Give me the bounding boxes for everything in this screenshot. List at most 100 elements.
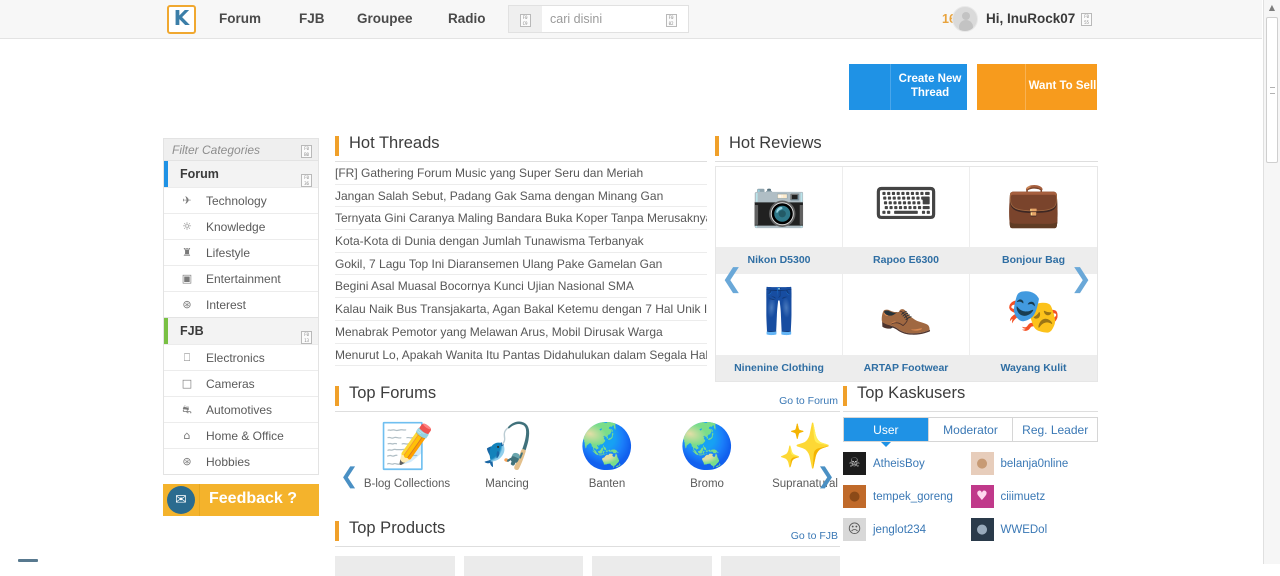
review-label: Rapoo E6300 bbox=[843, 247, 969, 273]
list-item[interactable]: Jangan Salah Sebut, Padang Gak Sama deng… bbox=[335, 185, 707, 208]
sidebar-item-interest[interactable]: ⊛ Interest bbox=[164, 291, 318, 317]
avatar: ● bbox=[843, 485, 866, 508]
sidebar-item-label: Interest bbox=[206, 298, 246, 312]
nav-link-groupee[interactable]: Groupee bbox=[357, 11, 413, 26]
page-bottom-marker bbox=[18, 559, 38, 562]
sidebar-group-label: Forum bbox=[180, 167, 219, 181]
product-placeholder[interactable] bbox=[592, 556, 712, 576]
forum-label: Banten bbox=[557, 478, 657, 490]
page-scrollbar[interactable]: ▲ bbox=[1263, 0, 1280, 564]
username: belanja0nline bbox=[1001, 458, 1069, 470]
page-title: Hot Threads bbox=[349, 134, 440, 153]
group-accent-bar bbox=[164, 318, 168, 344]
feedback-button[interactable]: ✉ Feedback ? bbox=[163, 484, 319, 516]
panel-accent-bar bbox=[335, 521, 339, 541]
hot-reviews-grid: 📷 Nikon D5300 ⌨ Rapoo E6300 💼 Bonjour Ba… bbox=[715, 166, 1098, 382]
filter-icon[interactable]: F0B0 bbox=[301, 143, 312, 158]
plus-circle-icon[interactable]: F055 bbox=[1081, 11, 1092, 26]
list-item[interactable]: ♥ ciiimuetz bbox=[971, 485, 1099, 508]
sidebar-item-lifestyle[interactable]: ♜ Lifestyle bbox=[164, 239, 318, 265]
forum-card[interactable]: 🌏 Bromo bbox=[657, 416, 757, 490]
list-item[interactable]: ● tempek_goreng bbox=[843, 485, 971, 508]
list-item[interactable]: ● belanja0nline bbox=[971, 452, 1099, 475]
chevron-right-icon[interactable]: ❯ bbox=[1070, 264, 1092, 294]
list-item[interactable]: Gokil, 7 Lagu Top Ini Diaransemen Ulang … bbox=[335, 253, 707, 276]
product-placeholder[interactable] bbox=[464, 556, 584, 576]
sidebar-item-entertainment[interactable]: ▣ Entertainment bbox=[164, 265, 318, 291]
magic-wand-icon: ✨ bbox=[755, 416, 855, 478]
review-card[interactable]: ⌨ Rapoo E6300 bbox=[843, 167, 970, 274]
product-placeholder[interactable] bbox=[721, 556, 841, 576]
sidebar-item-label: Knowledge bbox=[206, 220, 265, 234]
search-input[interactable] bbox=[542, 6, 654, 32]
user-greeting[interactable]: Hi, InuRock07 bbox=[986, 11, 1075, 26]
review-card[interactable]: 📷 Nikon D5300 bbox=[716, 167, 843, 274]
go-to-forum-link[interactable]: Go to Forum bbox=[779, 395, 838, 407]
sidebar-item-label: Lifestyle bbox=[206, 246, 250, 260]
nav-link-radio[interactable]: Radio bbox=[448, 11, 486, 26]
list-item[interactable]: ● WWEDol bbox=[971, 518, 1099, 541]
nav-link-forum[interactable]: Forum bbox=[219, 11, 261, 26]
sidebar-item-automotives[interactable]: ⛐ Automotives bbox=[164, 396, 318, 422]
create-new-thread-button[interactable]: Create New Thread bbox=[849, 64, 967, 110]
want-to-sell-button[interactable]: Want To Sell bbox=[977, 64, 1097, 110]
tab-moderator[interactable]: Moderator bbox=[929, 418, 1014, 441]
filter-categories-input[interactable]: Filter Categories F0B0 bbox=[163, 138, 319, 161]
car-icon: ⛐ bbox=[180, 403, 194, 417]
search-category-icon[interactable]: F0C9 bbox=[509, 6, 541, 32]
nav-link-fjb[interactable]: FJB bbox=[299, 11, 325, 26]
top-forums-header: Top Forums Go to Forum bbox=[335, 383, 840, 412]
list-item[interactable]: Begini Asal Muasal Bocornya Kunci Ujian … bbox=[335, 275, 707, 298]
kaskus-logo[interactable]: K bbox=[167, 5, 196, 34]
list-item[interactable]: Ternyata Gini Caranya Maling Bandara Buk… bbox=[335, 207, 707, 230]
sidebar-item-hobbies[interactable]: ⊛ Hobbies bbox=[164, 448, 318, 474]
list-item[interactable]: [FR] Gathering Forum Music yang Super Se… bbox=[335, 162, 707, 185]
list-item[interactable]: Kalau Naik Bus Transjakarta, Agan Bakal … bbox=[335, 298, 707, 321]
sidebar-item-label: Cameras bbox=[206, 377, 255, 391]
review-card[interactable]: 💼 Bonjour Bag bbox=[970, 167, 1097, 274]
avatar[interactable] bbox=[952, 6, 978, 32]
scrollbar-thumb[interactable] bbox=[1266, 17, 1278, 163]
tab-user[interactable]: User bbox=[844, 418, 929, 441]
sidebar-item-electronics[interactable]: ⎕ Electronics bbox=[164, 344, 318, 370]
sidebar-item-knowledge[interactable]: ☼ Knowledge bbox=[164, 213, 318, 239]
tab-reg-leader[interactable]: Reg. Leader bbox=[1013, 418, 1097, 441]
sidebar-item-label: Technology bbox=[206, 194, 267, 208]
product-placeholder[interactable] bbox=[335, 556, 455, 576]
sidebar-item-home-office[interactable]: ⌂ Home & Office bbox=[164, 422, 318, 448]
forum-card[interactable]: 🌏 Banten bbox=[557, 416, 657, 490]
list-item[interactable]: Menurut Lo, Apakah Wanita Itu Pantas Did… bbox=[335, 344, 707, 367]
chevron-right-icon[interactable]: ❯ bbox=[817, 464, 835, 489]
top-forums-panel: Top Forums Go to Forum ❮ 📝 B-log Collect… bbox=[335, 383, 840, 506]
list-item[interactable]: Menabrak Pemotor yang Melawan Arus, Mobi… bbox=[335, 321, 707, 344]
top-products-panel: Top Products Go to FJB bbox=[335, 518, 840, 576]
avatar: ☠ bbox=[843, 452, 866, 475]
list-item[interactable]: ☹ jenglot234 bbox=[843, 518, 971, 541]
sidebar-group-header-fjb[interactable]: FJB F013 bbox=[164, 318, 318, 344]
sidebar-item-technology[interactable]: ✈ Technology bbox=[164, 187, 318, 213]
chevron-left-icon[interactable]: ❮ bbox=[721, 264, 743, 294]
forum-card[interactable]: 📝 B-log Collections bbox=[357, 416, 457, 490]
username: AtheisBoy bbox=[873, 458, 925, 470]
mobile-phone-icon: ⎕ bbox=[180, 351, 194, 365]
list-item[interactable]: Kota-Kota di Dunia dengan Jumlah Tunawis… bbox=[335, 230, 707, 253]
sidebar-group-header-forum[interactable]: Forum F036 bbox=[164, 161, 318, 187]
go-to-fjb-link[interactable]: Go to FJB bbox=[791, 530, 838, 542]
avatar: ● bbox=[971, 518, 994, 541]
review-card[interactable]: 👞 ARTAP Footwear bbox=[843, 274, 970, 381]
panel-title: Top Kaskusers bbox=[857, 384, 965, 403]
scroll-up-arrow-icon[interactable]: ▲ bbox=[1264, 0, 1280, 16]
avatar: ● bbox=[971, 452, 994, 475]
hot-reviews-header: Hot Reviews bbox=[715, 133, 1098, 162]
chevron-left-icon[interactable]: ❮ bbox=[340, 464, 358, 489]
search-submit-icon[interactable]: F002 bbox=[654, 6, 688, 32]
list-item[interactable]: ☠ AtheisBoy bbox=[843, 452, 971, 475]
forum-card[interactable]: 🎣 Mancing bbox=[457, 416, 557, 490]
sidebar-item-cameras[interactable]: □ Cameras bbox=[164, 370, 318, 396]
sidebar-item-label: Entertainment bbox=[206, 272, 281, 286]
perfume-icon: ♜ bbox=[180, 246, 194, 260]
forum-card[interactable]: ✨ Supranatural bbox=[755, 416, 855, 490]
top-products-strip bbox=[335, 556, 840, 576]
forum-label: B-log Collections bbox=[357, 478, 457, 490]
hot-reviews-panel: Hot Reviews 📷 Nikon D5300 ⌨ Rapoo E6300 … bbox=[715, 133, 1098, 382]
